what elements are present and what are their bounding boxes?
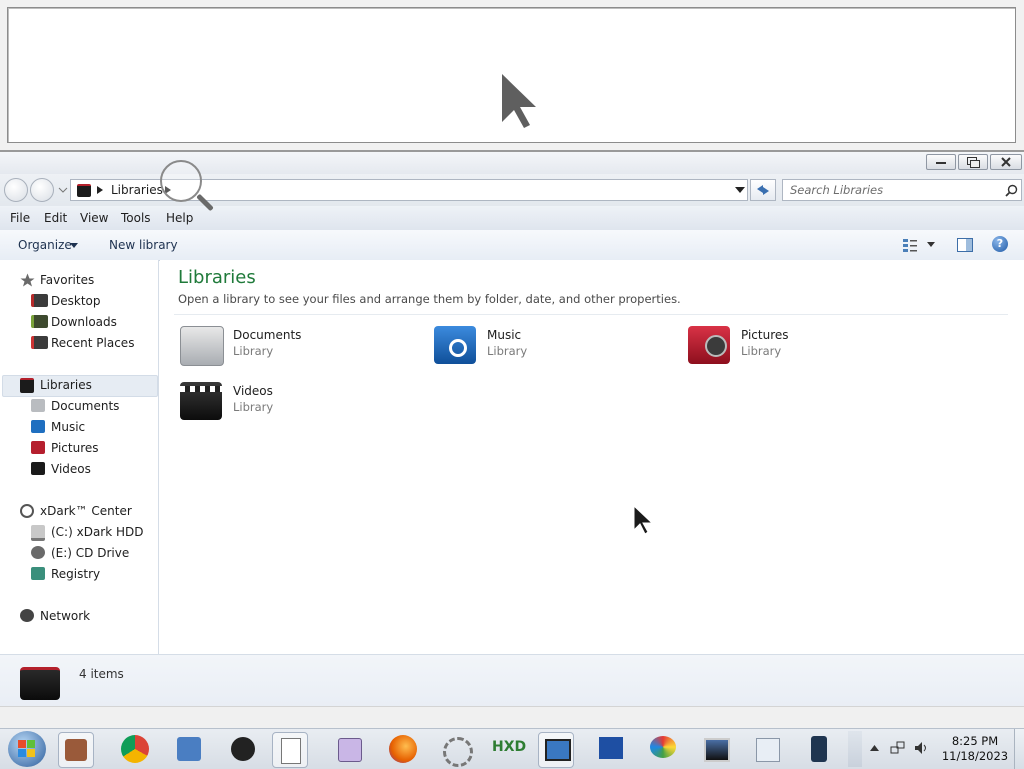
menu-bar: File Edit View Tools Help [0,206,1024,230]
menu-tools[interactable]: Tools [121,211,151,225]
forward-button[interactable] [30,178,54,202]
address-row: Libraries Search Libraries [0,174,1024,206]
computer-icon [20,504,34,518]
navigation-pane: Favorites Desktop Downloads Recent Place… [0,260,159,654]
search-icon[interactable] [1005,184,1018,197]
mouse-pointer-icon [633,504,654,535]
taskbar-chrome[interactable] [118,732,152,766]
taskbar-network-app[interactable] [594,732,628,766]
taskbar-remote-desktop[interactable] [538,732,574,768]
menu-help[interactable]: Help [166,211,193,225]
organize-button[interactable]: Organize [18,238,72,252]
library-tile-documents[interactable]: Documents Library [180,324,410,368]
music-icon [31,420,45,433]
view-options-icon[interactable] [902,238,918,252]
documents-library-icon [180,326,224,366]
menu-file[interactable]: File [10,211,30,225]
mouse-pointer-icon [502,74,536,128]
taskbar-firefox[interactable] [386,732,420,766]
taskbar-settings[interactable] [438,732,473,767]
volume-icon[interactable] [914,741,930,755]
hard-drive-icon [31,525,45,541]
clock-date: 11/18/2023 [941,749,1009,763]
address-dropdown-icon[interactable] [735,187,745,194]
library-tile-videos[interactable]: Videos Library [180,380,410,424]
title-bar [0,152,1024,174]
close-button[interactable] [990,154,1022,170]
maximize-button[interactable] [958,154,988,170]
clock[interactable]: 8:25 PM 11/18/2023 [940,734,1010,764]
network-tray-icon[interactable] [890,741,906,755]
refresh-button[interactable] [750,179,776,201]
taskbar: HXD 8:25 PM 11/18/2023 [0,728,1024,769]
search-box[interactable]: Search Libraries [782,179,1022,201]
music-library-icon [434,326,476,364]
view-dropdown-icon[interactable] [927,242,935,247]
documents-icon [31,399,45,412]
header-divider [174,314,1008,315]
details-pane: 4 items [0,654,1024,707]
videos-library-icon [180,382,222,420]
refresh-icon [757,185,769,195]
page-title: Libraries [178,267,256,288]
registry-icon [31,567,45,580]
taskbar-scroll[interactable] [848,731,862,767]
libraries-icon [20,378,34,393]
content-area: Libraries Open a library to see your fil… [160,260,1024,654]
page-subtitle: Open a library to see your files and arr… [178,292,681,306]
taskbar-palette[interactable] [646,732,680,766]
explorer-window: Libraries Search Libraries File Edit Vie… [0,150,1024,731]
search-placeholder: Search Libraries [790,183,884,197]
preview-pane-icon[interactable] [957,238,973,252]
library-tile-music[interactable]: Music Library [434,324,664,368]
cd-drive-icon [31,546,45,559]
star-icon [20,273,35,287]
breadcrumb-libraries[interactable]: Libraries [111,183,163,197]
network-icon [20,609,34,622]
pictures-icon [31,441,45,454]
menu-view[interactable]: View [80,211,108,225]
pictures-library-icon [688,326,730,364]
breadcrumb-arrow-icon [97,186,103,194]
show-hidden-icons-icon[interactable] [870,745,879,751]
help-button[interactable]: ? [992,236,1008,252]
command-bar: Organize New library ? [0,230,1024,261]
clock-time: 8:25 PM [951,734,999,748]
start-button[interactable] [8,731,46,767]
libraries-folder-icon [77,184,91,197]
desktop-icon [31,294,48,307]
minimize-button[interactable] [926,154,956,170]
magnifier-icon [160,160,202,202]
recent-places-icon [31,336,48,349]
item-count: 4 items [79,667,124,681]
taskbar-solitaire[interactable] [272,732,308,768]
top-blank-pane [0,0,1024,150]
back-button[interactable] [4,178,28,202]
taskbar-app-purple[interactable] [332,732,366,766]
taskbar-photos[interactable] [698,732,732,766]
taskbar-hxd[interactable]: HXD [490,732,526,766]
menu-edit[interactable]: Edit [44,211,67,225]
taskbar-paint[interactable] [226,732,260,766]
close-icon [1001,157,1011,167]
taskbar-library-app[interactable] [58,732,94,768]
show-desktop-button[interactable] [1014,729,1024,769]
videos-icon [31,462,45,475]
taskbar-tools[interactable] [172,732,206,766]
library-tile-pictures[interactable]: Pictures Library [688,324,918,368]
downloads-icon [31,315,48,328]
taskbar-mail[interactable] [750,732,784,766]
taskbar-phone[interactable] [802,732,836,766]
new-library-button[interactable]: New library [109,238,178,252]
libraries-large-icon [20,667,60,700]
organize-dropdown-icon[interactable] [70,243,78,248]
recent-pages-chevron-icon[interactable] [58,186,68,194]
